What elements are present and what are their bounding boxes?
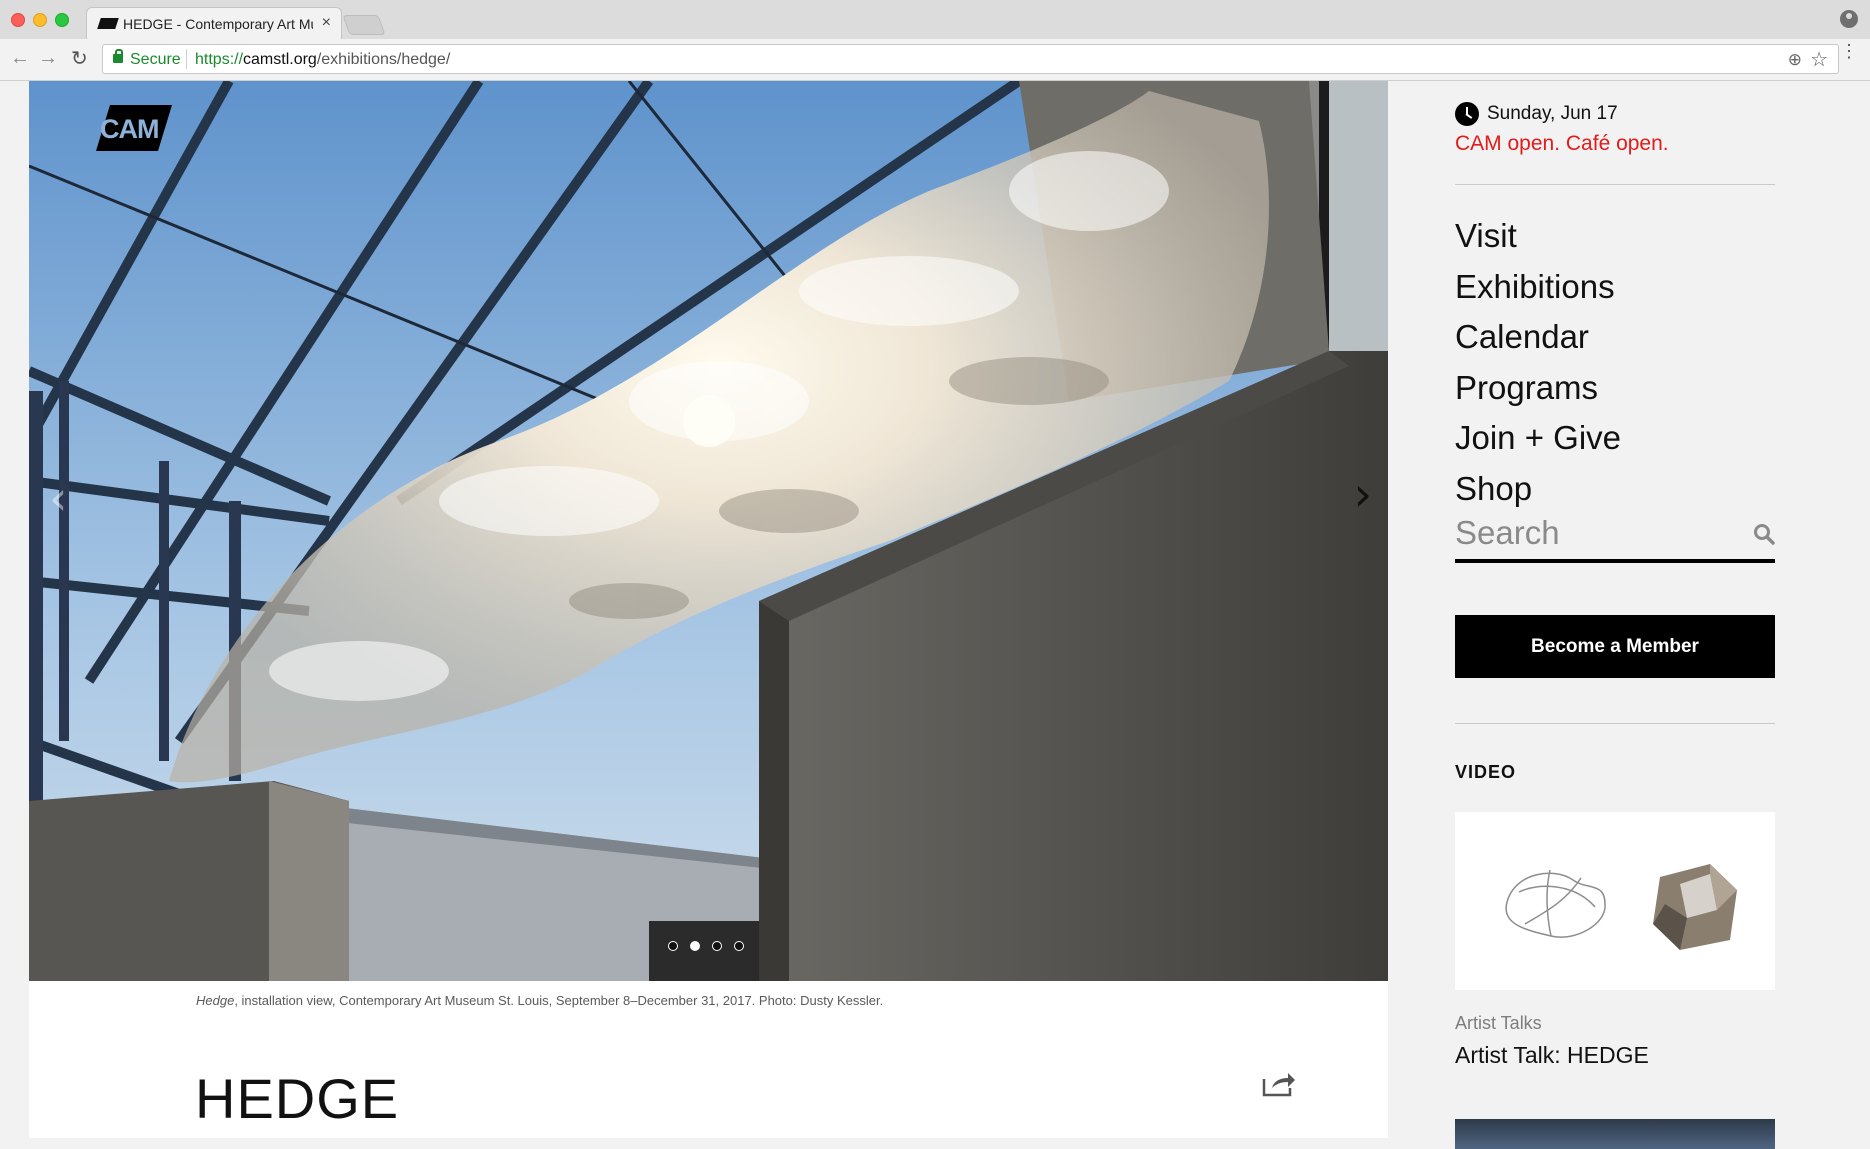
hero-slideshow: CAM ‹ › (29, 81, 1388, 981)
open-status: CAM open. Café open. (1455, 132, 1669, 155)
next-video-thumbnail[interactable] (1455, 1119, 1775, 1149)
minimize-window-button[interactable] (33, 13, 47, 27)
video-title-link[interactable]: Artist Talk: HEDGE (1455, 1042, 1649, 1069)
new-tab-button[interactable] (342, 15, 386, 35)
tab-close-icon[interactable]: × (322, 14, 331, 32)
video-category: Artist Talks (1455, 1013, 1542, 1033)
clock-icon (1455, 102, 1479, 126)
lock-icon (113, 49, 123, 63)
image-caption: Hedge, installation view, Contemporary A… (196, 993, 883, 1008)
bookmark-star-icon[interactable]: ☆ (1810, 47, 1828, 72)
browser-tab-bar: HEDGE - Contemporary Art Mu × (0, 0, 1870, 39)
divider (1455, 723, 1775, 724)
nav-item-shop[interactable]: Shop (1455, 464, 1621, 515)
search-box (1455, 511, 1775, 563)
cam-logo[interactable]: CAM (96, 105, 172, 151)
maximize-window-button[interactable] (55, 13, 69, 27)
share-icon[interactable] (1262, 1071, 1296, 1097)
back-arrow-icon[interactable]: ← (10, 47, 30, 70)
video-thumbnail[interactable] (1455, 812, 1775, 990)
nav-item-calendar[interactable]: Calendar (1455, 312, 1621, 363)
browser-menu-icon[interactable]: ⋮ (1840, 42, 1858, 60)
favicon-icon (97, 18, 119, 29)
profile-icon[interactable] (1840, 10, 1858, 28)
browser-tab-active[interactable]: HEDGE - Contemporary Art Mu × (86, 7, 342, 39)
slideshow-prev-arrow-icon[interactable]: ‹ (49, 471, 67, 525)
zoom-icon[interactable]: ⊕ (1788, 50, 1802, 70)
slideshow-dots (668, 941, 744, 953)
url-host: camstl.org (243, 51, 317, 68)
current-date: Sunday, Jun 17 (1487, 103, 1618, 124)
url-text[interactable]: https://camstl.org/exhibitions/hedge/ (195, 51, 450, 69)
address-bar[interactable]: Secure https://camstl.org/exhibitions/he… (102, 44, 1839, 74)
page-title: HEDGE (195, 1067, 400, 1130)
secure-label: Secure (130, 51, 181, 68)
url-scheme: https:// (195, 51, 244, 68)
hero-image (29, 81, 1388, 981)
divider (1455, 184, 1775, 185)
caption-artwork-title: Hedge (196, 993, 235, 1008)
main-nav: Visit Exhibitions Calendar Programs Join… (1455, 211, 1621, 514)
close-window-button[interactable] (11, 13, 25, 27)
page: CAM ‹ › Hedge, installation view, Contem… (0, 81, 1870, 1149)
slide-dot[interactable] (668, 941, 678, 951)
slide-dot-active[interactable] (690, 941, 700, 951)
search-input[interactable] (1455, 511, 1735, 555)
slide-dot[interactable] (734, 941, 744, 951)
nav-item-programs[interactable]: Programs (1455, 363, 1621, 414)
forward-arrow-icon[interactable]: → (38, 47, 58, 70)
caption-text: , installation view, Contemporary Art Mu… (234, 993, 884, 1008)
slideshow-next-arrow-icon[interactable]: › (1354, 467, 1372, 521)
url-divider (186, 49, 187, 69)
cam-logo-text: CAM (100, 114, 159, 144)
nav-item-join-give[interactable]: Join + Give (1455, 413, 1621, 464)
search-icon[interactable] (1753, 523, 1775, 545)
video-section-heading: VIDEO (1455, 762, 1517, 782)
browser-toolbar: ← → ↻ Secure https://camstl.org/exhibiti… (0, 39, 1870, 81)
slide-dot[interactable] (712, 941, 722, 951)
nav-item-visit[interactable]: Visit (1455, 211, 1621, 262)
reload-icon[interactable]: ↻ (71, 46, 88, 71)
url-path: /exhibitions/hedge/ (316, 51, 451, 68)
tab-title: HEDGE - Contemporary Art Mu (123, 16, 313, 32)
become-member-button[interactable]: Become a Member (1455, 615, 1775, 678)
nav-item-exhibitions[interactable]: Exhibitions (1455, 262, 1621, 313)
main-content: CAM ‹ › Hedge, installation view, Contem… (29, 81, 1388, 1138)
